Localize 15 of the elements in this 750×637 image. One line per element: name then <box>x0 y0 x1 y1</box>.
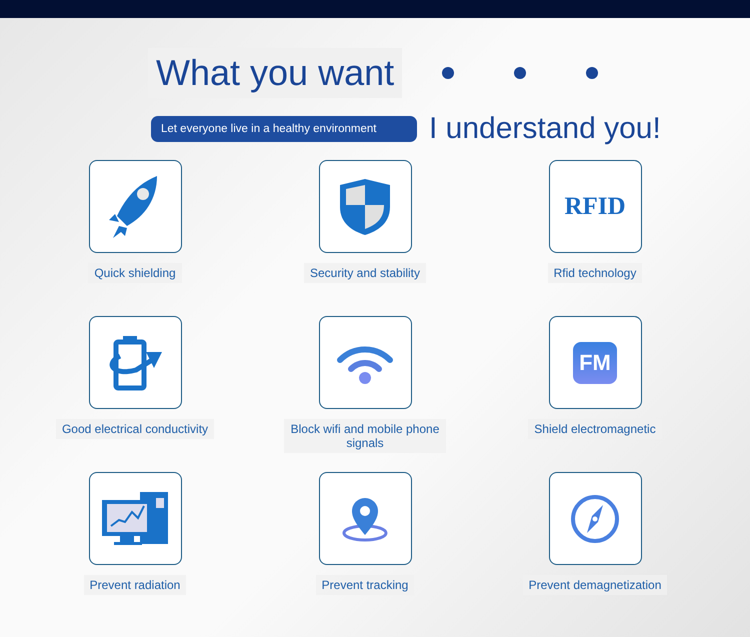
computer-icon <box>102 492 168 546</box>
feature-label: Security and stability <box>304 263 426 283</box>
subheadline: I understand you! <box>429 112 661 146</box>
dot-icon <box>514 67 526 79</box>
fm-logo: FM <box>573 342 617 384</box>
dot-icon <box>442 67 454 79</box>
compass-icon <box>570 494 620 544</box>
feature-label: Block wifi and mobile phone signals <box>284 419 446 453</box>
dot-icon <box>586 67 598 79</box>
feature-label: Prevent radiation <box>84 575 186 595</box>
tagline-banner: Let everyone live in a healthy environment <box>151 116 417 142</box>
feature-label: Rfid technology <box>548 263 642 283</box>
rfid-logo: RFID <box>564 192 626 220</box>
feature-label: Good electrical conductivity <box>56 419 214 439</box>
shield-icon <box>338 176 392 236</box>
